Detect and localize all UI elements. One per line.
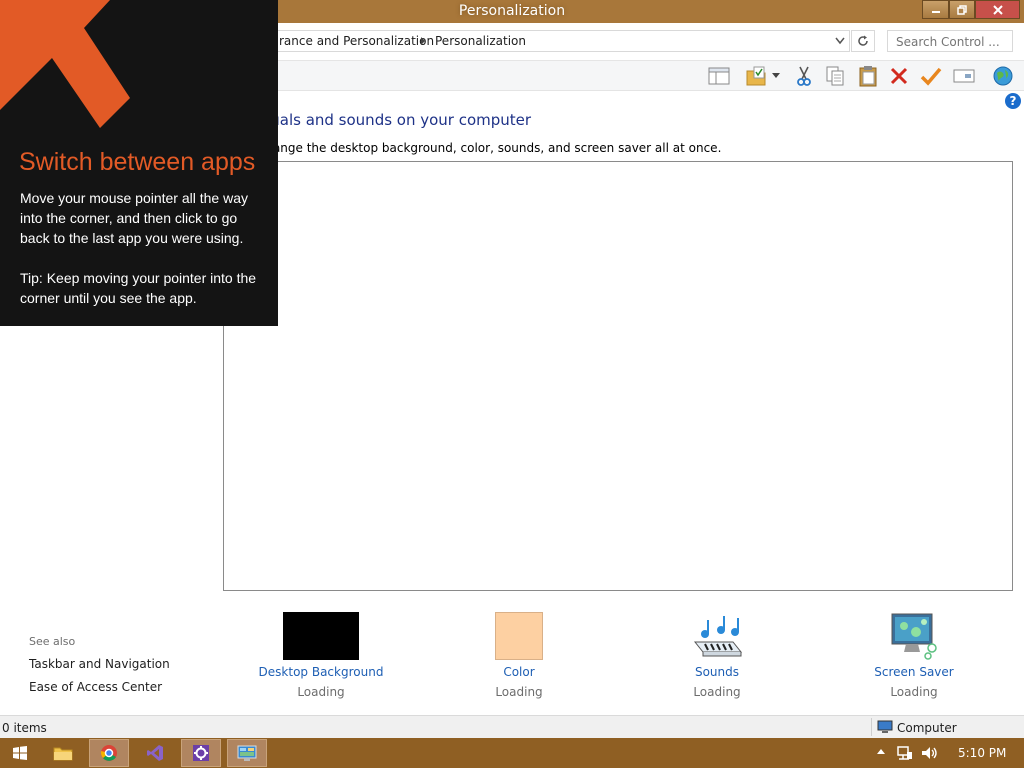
screen-saver-icon [891, 613, 937, 660]
rename-icon [953, 69, 975, 83]
page-description: me to change the desktop background, col… [220, 141, 722, 155]
taskbar: 5:10 PM [0, 738, 1024, 768]
color-label[interactable]: Color [439, 665, 599, 679]
switch-apps-tip: Switch between apps Move your mouse poin… [0, 0, 278, 326]
web-button[interactable] [990, 64, 1016, 88]
clock[interactable]: 5:10 PM [958, 746, 1006, 760]
breadcrumb-separator-icon[interactable] [419, 36, 427, 46]
chevron-down-icon[interactable] [835, 37, 845, 45]
close-button[interactable] [975, 0, 1020, 19]
taskbar-visual-studio[interactable] [135, 739, 175, 767]
theme-list-pane[interactable] [223, 161, 1013, 591]
desktop-background-thumbnail [283, 612, 359, 660]
tip-hint: Tip: Keep moving your pointer into the c… [20, 270, 257, 306]
see-also-heading: See also [29, 635, 76, 648]
refresh-button[interactable] [851, 30, 875, 52]
volume-icon[interactable] [921, 745, 939, 761]
search-input[interactable] [888, 32, 1012, 52]
minimize-button[interactable] [922, 0, 949, 19]
address-bar[interactable]: rance and Personalization Personalizatio… [230, 30, 850, 52]
tip-title: Switch between apps [19, 148, 256, 176]
copy-button[interactable] [822, 64, 848, 88]
breadcrumb-appearance[interactable]: rance and Personalization [279, 34, 434, 48]
properties-button[interactable] [918, 64, 944, 88]
start-button[interactable] [0, 739, 40, 767]
help-icon[interactable]: ? [1005, 93, 1021, 109]
breadcrumb-personalization[interactable]: Personalization [435, 34, 526, 48]
sounds-option[interactable]: Sounds Loading [637, 608, 797, 708]
folder-options-button[interactable] [744, 64, 770, 88]
show-hidden-icons-icon[interactable] [876, 747, 886, 755]
layout-pane-button[interactable] [706, 64, 732, 88]
tip-body: Move your mouse pointer all the way into… [20, 190, 248, 246]
refresh-icon [858, 35, 868, 46]
chevron-down-icon [772, 73, 780, 78]
taskbar-chrome[interactable] [89, 739, 129, 767]
layout-pane-icon [708, 67, 730, 85]
item-count: 0 items [2, 721, 47, 735]
color-option[interactable]: Color Loading [439, 608, 599, 708]
paste-button[interactable] [855, 64, 881, 88]
screen-saver-option[interactable]: Screen Saver Loading [834, 608, 994, 708]
control-panel-icon [237, 745, 257, 761]
location-label: Computer [897, 721, 957, 735]
ease-of-access-link[interactable]: Ease of Access Center [29, 680, 162, 694]
cut-icon [797, 66, 811, 86]
maximize-button[interactable] [949, 0, 975, 19]
chrome-icon [101, 745, 117, 761]
status-divider [871, 718, 872, 736]
desktop-background-option[interactable]: Desktop Background Loading [241, 608, 401, 708]
search-box[interactable] [887, 30, 1013, 52]
sounds-label[interactable]: Sounds [637, 665, 797, 679]
paste-icon [859, 66, 877, 87]
sounds-status: Loading [693, 685, 741, 699]
minimize-icon [931, 10, 940, 13]
corner-arrow-icon [0, 0, 130, 128]
windows-logo-icon [13, 746, 27, 760]
delete-icon [890, 67, 908, 85]
taskbar-control-panel[interactable] [227, 739, 267, 767]
screen-saver-label[interactable]: Screen Saver [834, 665, 994, 679]
globe-icon [993, 66, 1013, 86]
checkmark-icon [920, 67, 942, 86]
computer-icon [877, 720, 893, 733]
restore-icon [957, 4, 967, 15]
sounds-icon [693, 616, 743, 657]
delete-button[interactable] [886, 64, 912, 88]
taskbar-navigation-link[interactable]: Taskbar and Navigation [29, 657, 170, 671]
rename-button[interactable] [951, 64, 977, 88]
taskbar-settings[interactable] [181, 739, 221, 767]
status-bar: 0 items Computer [0, 715, 1024, 738]
copy-icon [826, 66, 844, 86]
gear-icon [193, 745, 209, 761]
folder-icon [53, 747, 73, 761]
desktop-background-label[interactable]: Desktop Background [241, 665, 401, 679]
visual-studio-icon [147, 745, 163, 761]
color-status: Loading [495, 685, 543, 699]
screen-saver-status: Loading [890, 685, 938, 699]
color-swatch [495, 612, 543, 660]
folder-check-icon [746, 66, 766, 86]
cut-button[interactable] [791, 64, 817, 88]
network-icon[interactable] [897, 745, 913, 761]
close-icon [992, 4, 1003, 15]
taskbar-file-explorer[interactable] [43, 739, 83, 767]
folder-options-dropdown[interactable] [768, 64, 784, 88]
desktop-background-status: Loading [297, 685, 345, 699]
